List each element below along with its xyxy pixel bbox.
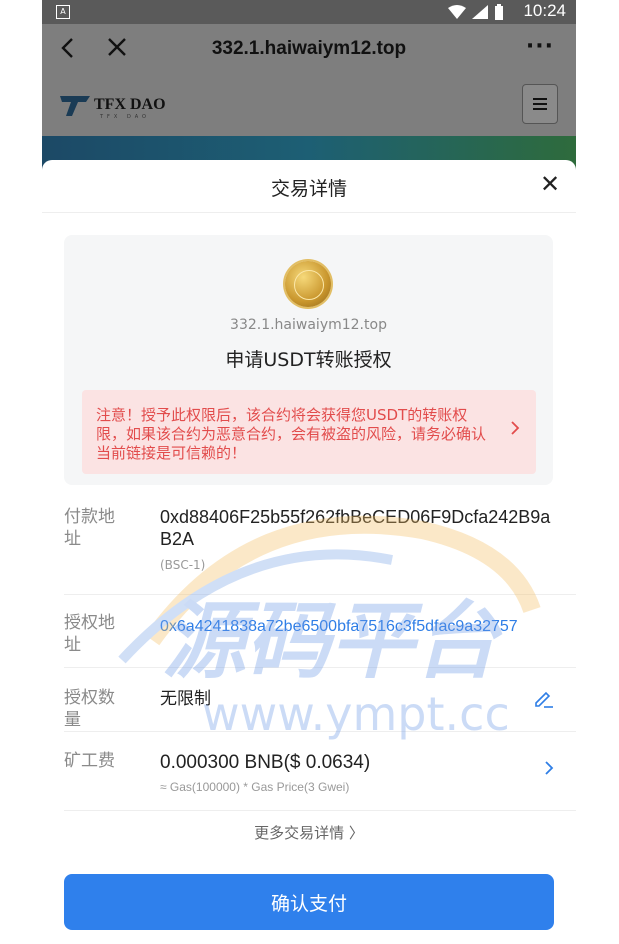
sheet-close-icon[interactable]: ✕ xyxy=(538,172,562,196)
payer-address-value: 0xd88406F25b55f262fbBeCED06F9Dcfa242B9aB… xyxy=(160,507,551,549)
signal-icon xyxy=(472,5,488,19)
miner-fee-row[interactable]: 矿工费 0.000300 BNB($ 0.0634) ≈ Gas(100000)… xyxy=(64,750,576,811)
confirm-payment-button[interactable]: 确认支付 xyxy=(64,874,554,930)
warning-text: 注意！授予此权限后，该合约将会获得您USDT的转账权限，如果该合约为恶意合约，会… xyxy=(96,406,487,462)
more-details-link[interactable]: 更多交易详情 〉 xyxy=(42,822,576,843)
browser-toolbar: 332.1.haiwaiym12.top ··· xyxy=(42,24,576,76)
gas-formula-note: ≈ Gas(100000) * Gas Price(3 Gwei) xyxy=(160,780,350,794)
miner-fee-label: 矿工费 xyxy=(64,751,115,771)
browser-url-title: 332.1.haiwaiym12.top xyxy=(211,38,407,59)
logo-mark-icon xyxy=(60,96,90,116)
dapp-info-card: 332.1.haiwaiym12.top 申请USDT转账授权 注意！授予此权限… xyxy=(64,235,553,485)
notification-icon: A xyxy=(56,5,70,19)
hamburger-icon xyxy=(533,98,547,110)
hamburger-menu-button[interactable] xyxy=(522,84,558,124)
dapp-domain: 332.1.haiwaiym12.top xyxy=(230,317,387,333)
warning-box[interactable]: 注意！授予此权限后，该合约将会获得您USDT的转账权限，如果该合约为恶意合约，会… xyxy=(82,390,536,474)
status-icons xyxy=(448,4,504,20)
logo-subtext: TFX DAO xyxy=(100,114,150,120)
spender-address-row: 授权地址 0x6a4241838a72be6500bfa7516c3f5dfac… xyxy=(64,612,576,668)
chevron-right-icon xyxy=(510,420,520,441)
logo-text: TFX DAO xyxy=(94,96,166,113)
payer-address-label: 付款地址 xyxy=(64,507,115,549)
battery-icon xyxy=(495,4,503,20)
approval-amount-value: 无限制 xyxy=(160,689,211,709)
chevron-right-icon[interactable] xyxy=(544,760,554,781)
spender-address-link[interactable]: 0x6a4241838a72be6500bfa7516c3f5dfac9a327… xyxy=(160,616,518,638)
screen-right-margin xyxy=(576,0,619,944)
site-logo[interactable]: TFX DAO TFX DAO xyxy=(60,94,166,120)
sheet-title: 交易详情 xyxy=(270,178,347,200)
sheet-header: 交易详情 ✕ xyxy=(42,160,576,213)
request-title: 申请USDT转账授权 xyxy=(225,349,392,371)
dapp-logo-icon xyxy=(285,261,331,307)
more-dots-icon[interactable]: ··· xyxy=(526,34,554,59)
phone-screen: A 10:24 332.1.haiwaiym12.top ··· TFX DAO… xyxy=(42,0,576,944)
edit-pencil-icon[interactable] xyxy=(532,687,554,709)
payer-address-row: 付款地址 0xd88406F25b55f262fbBeCED06F9Dcfa24… xyxy=(64,506,576,595)
network-note: (BSC-1) xyxy=(160,558,206,572)
approval-amount-row: 授权数量 无限制 xyxy=(64,687,576,732)
status-time: 10:24 xyxy=(523,1,566,20)
approval-amount-label: 授权数量 xyxy=(64,688,115,730)
screen-left-margin xyxy=(0,0,42,944)
wifi-icon xyxy=(448,5,466,19)
site-header: TFX DAO TFX DAO xyxy=(42,76,576,136)
spender-address-label: 授权地址 xyxy=(64,613,115,655)
transaction-sheet: 交易详情 ✕ 332.1.haiwaiym12.top 申请USDT转账授权 注… xyxy=(42,160,576,944)
status-bar: A 10:24 xyxy=(42,0,576,24)
miner-fee-value: 0.000300 BNB($ 0.0634) xyxy=(160,752,371,773)
